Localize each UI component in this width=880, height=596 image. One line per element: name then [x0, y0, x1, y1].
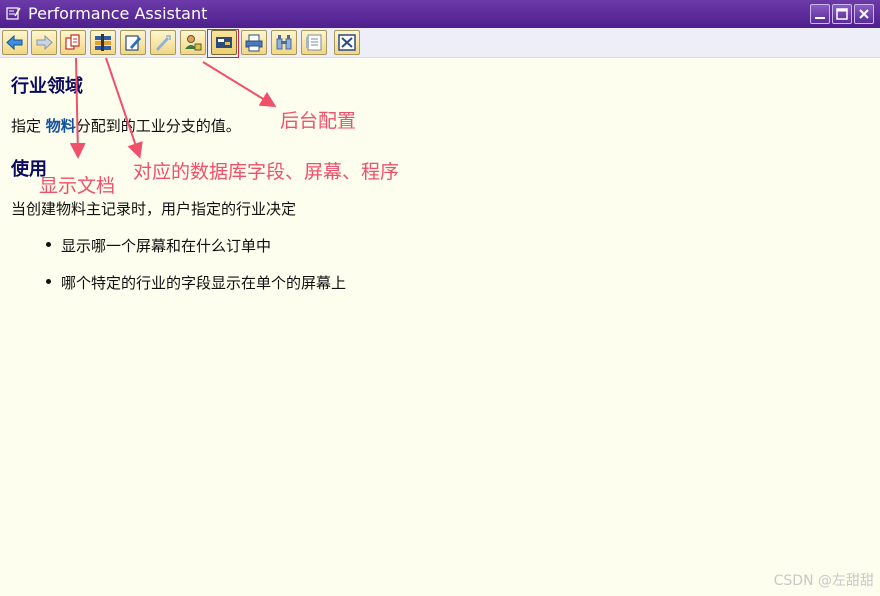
- customizing-highlight-box: [207, 29, 239, 58]
- forward-arrow-icon: [36, 34, 53, 51]
- user-settings-button[interactable]: [180, 30, 206, 55]
- description-paragraph: 指定 物料分配到的工业分支的值。: [11, 115, 241, 136]
- edit-icon: [125, 35, 141, 51]
- maximize-button[interactable]: [832, 4, 852, 24]
- find-button[interactable]: [271, 30, 297, 55]
- bullet-dot: [46, 242, 51, 247]
- arrow-backend-config: [202, 61, 277, 108]
- bullet-dot: [46, 279, 51, 284]
- list-item: 哪个特定的行业的字段显示在单个的屏幕上: [46, 272, 346, 293]
- pen-icon: [156, 35, 171, 51]
- minimize-icon: [815, 17, 825, 19]
- usage-paragraph: 当创建物料主记录时，用户指定的行业决定: [11, 200, 297, 218]
- annotation-backend-config: 后台配置: [280, 110, 357, 132]
- technical-info-icon: [95, 34, 111, 51]
- user-settings-icon: [185, 35, 202, 51]
- arrow-db-field: [105, 57, 143, 159]
- title-bar: Performance Assistant: [0, 0, 880, 28]
- display-document-button[interactable]: [60, 30, 86, 55]
- display-document-icon: [65, 34, 80, 50]
- edit-button[interactable]: [120, 30, 146, 55]
- annotation-db-field: 对应的数据库字段、屏幕、程序: [133, 161, 400, 183]
- print-button[interactable]: [241, 30, 267, 55]
- description-prefix: 指定: [11, 117, 46, 135]
- list-item-text: 显示哪一个屏幕和在什么订单中: [61, 237, 272, 255]
- close-x-icon: [859, 9, 869, 19]
- minimize-button[interactable]: [810, 4, 830, 24]
- description-suffix: 分配到的工业分支的值。: [75, 117, 241, 135]
- toolbar: [0, 28, 880, 58]
- back-button[interactable]: [2, 30, 28, 55]
- notes-icon: [306, 34, 322, 51]
- heading-industry-sector: 行业领域: [11, 76, 83, 97]
- close-icon: [338, 34, 356, 51]
- maximize-icon: [836, 8, 848, 20]
- print-icon: [245, 34, 263, 52]
- forward-button[interactable]: [31, 30, 57, 55]
- annotation-arrows: [69, 57, 277, 159]
- list-item: 显示哪一个屏幕和在什么订单中: [46, 235, 271, 256]
- watermark: CSDN @左甜甜: [773, 573, 874, 589]
- find-icon: [276, 35, 292, 50]
- close-window-button[interactable]: [854, 4, 874, 24]
- technical-info-button[interactable]: [90, 30, 116, 55]
- performance-assistant-icon: [6, 7, 21, 20]
- pen-button[interactable]: [150, 30, 176, 55]
- list-item-text: 哪个特定的行业的字段显示在单个的屏幕上: [61, 274, 347, 292]
- window-title: Performance Assistant: [28, 4, 208, 23]
- close-button[interactable]: [334, 30, 360, 55]
- material-link[interactable]: 物料: [46, 117, 76, 135]
- notes-button[interactable]: [301, 30, 327, 55]
- annotation-display-doc: 显示文档: [39, 175, 116, 197]
- back-arrow-icon: [6, 34, 23, 51]
